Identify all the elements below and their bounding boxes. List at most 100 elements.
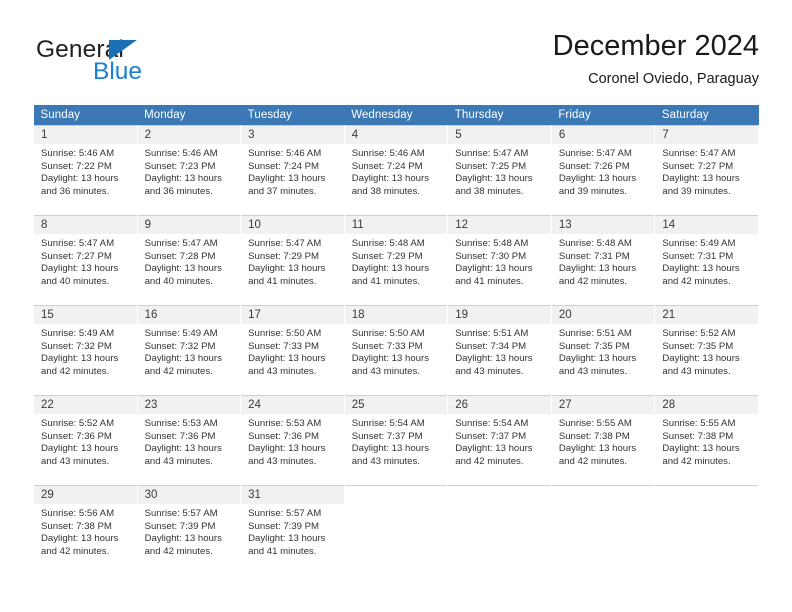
sunrise-text: Sunrise: 5:52 AM <box>41 418 115 429</box>
calendar-day-cell[interactable]: 13 Sunrise: 5:48 AM Sunset: 7:31 PM Dayligh… <box>550 215 656 306</box>
calendar-day-cell[interactable]: 12 Sunrise: 5:48 AM Sunset: 7:30 PM Dayligh… <box>447 215 552 306</box>
sunset-text: Sunset: 7:35 PM <box>662 340 734 352</box>
calendar-day-cell[interactable]: 30 Sunrise: 5:57 AM Sunset: 7:39 PM Dayligh… <box>136 485 242 576</box>
sunset-text: Sunset: 7:25 PM <box>455 160 527 172</box>
day-number <box>448 486 551 504</box>
calendar-day-cell[interactable]: 31 Sunrise: 5:57 AM Sunset: 7:39 PM Dayligh… <box>240 485 345 576</box>
daylight-text: and 39 minutes. <box>558 185 628 197</box>
page-subtitle-location: Coronel Oviedo, Paraguay <box>588 71 759 87</box>
calendar-day-cell[interactable]: 23 Sunrise: 5:53 AM Sunset: 7:36 PM Dayligh… <box>136 395 242 486</box>
sunrise-text: Sunrise: 5:47 AM <box>248 238 322 249</box>
day-number: 14 <box>655 216 758 234</box>
calendar-day-cell[interactable]: 1 Sunrise: 5:46 AM Sunset: 7:22 PM Daylight… <box>33 125 138 216</box>
sunset-text: Sunset: 7:35 PM <box>558 340 630 352</box>
day-number: 15 <box>34 306 137 324</box>
day-number: 19 <box>448 306 551 324</box>
calendar-day-cell-empty <box>343 485 449 576</box>
calendar-day-cell[interactable]: 14 Sunrise: 5:49 AM Sunset: 7:31 PM Dayligh… <box>654 215 759 306</box>
daylight-text: Daylight: 13 hours <box>662 263 740 275</box>
calendar-day-cell[interactable]: 7 Sunrise: 5:47 AM Sunset: 7:27 PM Daylight… <box>654 125 759 216</box>
calendar-day-cell[interactable]: 24 Sunrise: 5:53 AM Sunset: 7:36 PM Dayligh… <box>240 395 345 486</box>
day-details: Sunrise: 5:51 AM Sunset: 7:35 PM Daylight:… <box>552 324 655 378</box>
calendar-day-cell[interactable]: 18 Sunrise: 5:50 AM Sunset: 7:33 PM Dayligh… <box>343 305 449 396</box>
daylight-text: Daylight: 13 hours <box>248 443 326 455</box>
calendar-day-cell[interactable]: 2 Sunrise: 5:46 AM Sunset: 7:23 PM Daylight… <box>136 125 242 216</box>
calendar-day-cell[interactable]: 15 Sunrise: 5:49 AM Sunset: 7:32 PM Dayligh… <box>33 305 138 396</box>
sunset-text: Sunset: 7:39 PM <box>248 520 320 532</box>
calendar-day-cell[interactable]: 27 Sunrise: 5:55 AM Sunset: 7:38 PM Dayligh… <box>550 395 656 486</box>
daylight-text: and 42 minutes. <box>144 365 213 377</box>
calendar-day-cell[interactable]: 25 Sunrise: 5:54 AM Sunset: 7:37 PM Dayligh… <box>343 395 449 486</box>
day-details: Sunrise: 5:57 AM Sunset: 7:39 PM Daylight:… <box>138 504 241 558</box>
calendar-week-row: 29 Sunrise: 5:56 AM Sunset: 7:38 PM Dayligh… <box>33 485 759 576</box>
day-number: 30 <box>137 486 241 504</box>
calendar-day-cell[interactable]: 16 Sunrise: 5:49 AM Sunset: 7:32 PM Dayligh… <box>136 305 242 396</box>
daylight-text: and 43 minutes. <box>662 365 731 377</box>
calendar-day-cell[interactable]: 11 Sunrise: 5:48 AM Sunset: 7:29 PM Dayligh… <box>343 215 449 306</box>
daylight-text: Daylight: 13 hours <box>558 263 637 275</box>
calendar-day-cell[interactable]: 20 Sunrise: 5:51 AM Sunset: 7:35 PM Dayligh… <box>550 305 656 396</box>
day-details: Sunrise: 5:47 AM Sunset: 7:26 PM Daylight:… <box>552 144 655 198</box>
sunrise-text: Sunrise: 5:47 AM <box>144 238 218 249</box>
calendar-body: 1 Sunrise: 5:46 AM Sunset: 7:22 PM Daylight… <box>33 125 759 576</box>
sunrise-text: Sunrise: 5:47 AM <box>662 148 736 159</box>
calendar-day-cell[interactable]: 21 Sunrise: 5:52 AM Sunset: 7:35 PM Dayligh… <box>654 305 759 396</box>
daylight-text: and 42 minutes. <box>41 365 110 377</box>
day-number: 26 <box>448 396 551 414</box>
calendar-day-cell-empty <box>550 485 656 576</box>
day-details: Sunrise: 5:46 AM Sunset: 7:24 PM Daylight:… <box>345 144 448 198</box>
calendar-day-cell[interactable]: 10 Sunrise: 5:47 AM Sunset: 7:29 PM Dayligh… <box>240 215 345 306</box>
weekday-header-saturday: Saturday <box>654 105 759 126</box>
sunset-text: Sunset: 7:37 PM <box>455 430 527 442</box>
day-number: 31 <box>241 486 344 504</box>
daylight-text: and 36 minutes. <box>144 185 213 197</box>
page-header: General Blue December 2024 Coronel Ovied… <box>33 28 759 100</box>
calendar-day-cell[interactable]: 29 Sunrise: 5:56 AM Sunset: 7:38 PM Dayligh… <box>33 485 138 576</box>
daylight-text: and 43 minutes. <box>248 365 317 377</box>
calendar-day-cell[interactable]: 3 Sunrise: 5:46 AM Sunset: 7:24 PM Daylight… <box>240 125 345 216</box>
daylight-text: and 42 minutes. <box>662 275 731 287</box>
sunset-text: Sunset: 7:27 PM <box>41 250 112 262</box>
daylight-text: Daylight: 13 hours <box>351 353 430 365</box>
calendar-day-cell[interactable]: 22 Sunrise: 5:52 AM Sunset: 7:36 PM Dayligh… <box>33 395 138 486</box>
day-details: Sunrise: 5:50 AM Sunset: 7:33 PM Daylight:… <box>241 324 344 378</box>
calendar-header-row: Sunday Monday Tuesday Wednesday Thursday Frid… <box>33 105 759 126</box>
daylight-text: Daylight: 13 hours <box>455 353 533 365</box>
day-number: 11 <box>344 216 448 234</box>
day-details: Sunrise: 5:47 AM Sunset: 7:29 PM Daylight:… <box>241 234 344 288</box>
weekday-header-monday: Monday <box>137 105 241 126</box>
general-blue-logo[interactable]: General Blue <box>36 36 236 92</box>
day-number: 21 <box>655 306 758 324</box>
daylight-text: Daylight: 13 hours <box>662 173 740 185</box>
sunrise-text: Sunrise: 5:54 AM <box>351 418 425 429</box>
daylight-text: Daylight: 13 hours <box>41 263 119 275</box>
calendar-day-cell[interactable]: 19 Sunrise: 5:51 AM Sunset: 7:34 PM Dayligh… <box>447 305 552 396</box>
sunset-text: Sunset: 7:32 PM <box>41 340 112 352</box>
day-details: Sunrise: 5:50 AM Sunset: 7:33 PM Daylight:… <box>345 324 448 378</box>
weekday-header-wednesday: Wednesday <box>344 105 448 126</box>
calendar-day-cell[interactable]: 28 Sunrise: 5:55 AM Sunset: 7:38 PM Dayligh… <box>654 395 759 486</box>
sunset-text: Sunset: 7:27 PM <box>662 160 734 172</box>
daylight-text: and 41 minutes. <box>351 275 420 287</box>
calendar-day-cell[interactable]: 5 Sunrise: 5:47 AM Sunset: 7:25 PM Daylight… <box>447 125 552 216</box>
calendar-day-cell[interactable]: 6 Sunrise: 5:47 AM Sunset: 7:26 PM Daylight… <box>550 125 656 216</box>
calendar-day-cell[interactable]: 4 Sunrise: 5:46 AM Sunset: 7:24 PM Daylight… <box>343 125 449 216</box>
daylight-text: Daylight: 13 hours <box>558 173 637 185</box>
daylight-text: and 40 minutes. <box>41 275 110 287</box>
weekday-header-tuesday: Tuesday <box>240 105 345 126</box>
calendar-day-cell[interactable]: 8 Sunrise: 5:47 AM Sunset: 7:27 PM Daylight… <box>33 215 138 306</box>
sunset-text: Sunset: 7:39 PM <box>144 520 216 532</box>
daylight-text: Daylight: 13 hours <box>455 263 533 275</box>
calendar-day-cell[interactable]: 17 Sunrise: 5:50 AM Sunset: 7:33 PM Dayligh… <box>240 305 345 396</box>
calendar-day-cell[interactable]: 26 Sunrise: 5:54 AM Sunset: 7:37 PM Dayligh… <box>447 395 552 486</box>
daylight-text: Daylight: 13 hours <box>351 263 430 275</box>
day-details: Sunrise: 5:52 AM Sunset: 7:36 PM Daylight:… <box>34 414 137 468</box>
sunrise-text: Sunrise: 5:47 AM <box>558 148 632 159</box>
calendar-page: General Blue December 2024 Coronel Ovied… <box>0 0 792 612</box>
calendar-day-cell[interactable]: 9 Sunrise: 5:47 AM Sunset: 7:28 PM Daylight… <box>136 215 242 306</box>
sunset-text: Sunset: 7:36 PM <box>248 430 320 442</box>
day-details: Sunrise: 5:47 AM Sunset: 7:27 PM Daylight:… <box>34 234 137 288</box>
day-details: Sunrise: 5:54 AM Sunset: 7:37 PM Daylight:… <box>448 414 551 468</box>
daylight-text: Daylight: 13 hours <box>41 353 119 365</box>
sunrise-text: Sunrise: 5:48 AM <box>455 238 529 249</box>
